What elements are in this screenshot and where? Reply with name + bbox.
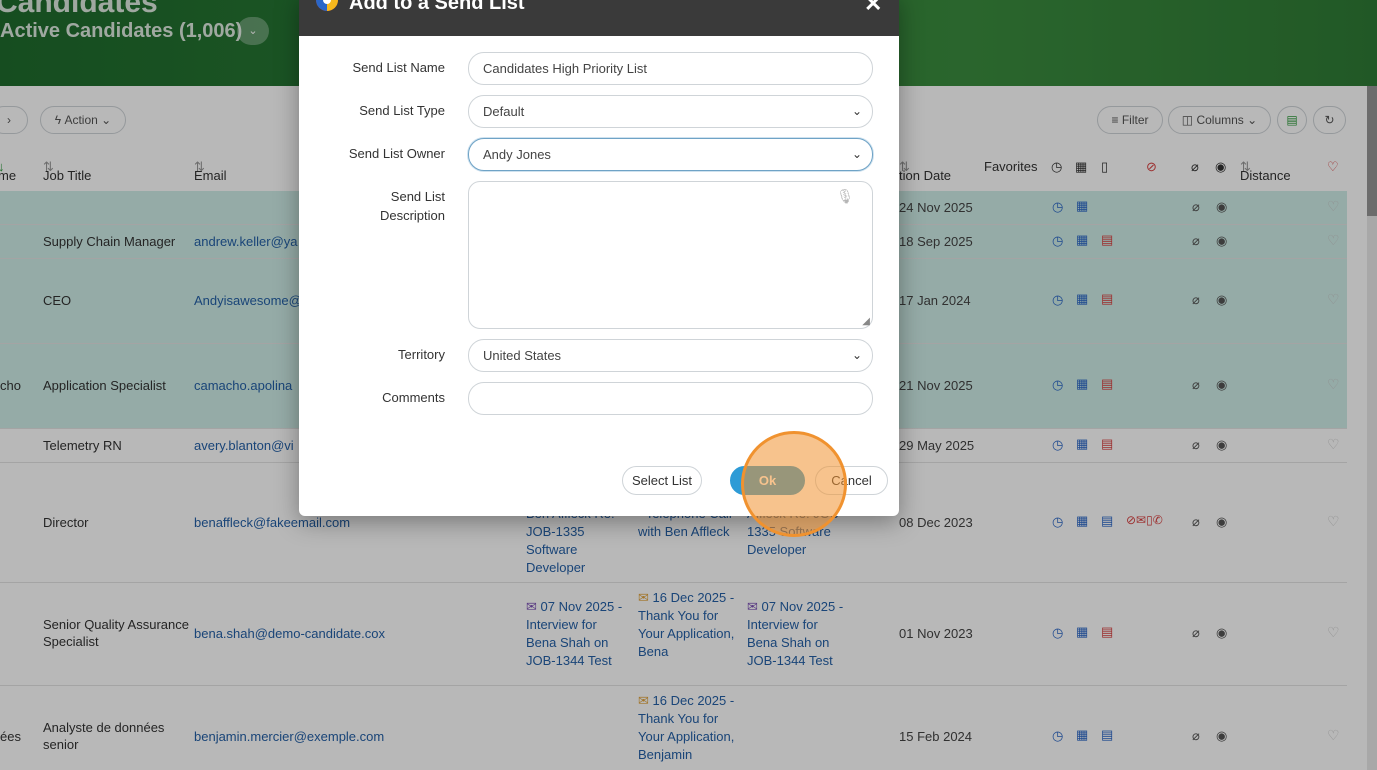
send-list-owner-label: Send List Owner: [348, 146, 445, 161]
app-logo-icon: [316, 0, 338, 11]
select-list-button[interactable]: Select List: [622, 466, 702, 495]
send-list-name-input[interactable]: Candidates High Priority List: [468, 52, 873, 85]
territory-value: United States: [483, 348, 562, 363]
chevron-down-icon: ⌄: [851, 147, 862, 161]
send-list-name-label: Send List Name: [352, 60, 446, 75]
close-icon[interactable]: ✕: [864, 0, 882, 17]
dialog-header: Add to a Send List ✕: [299, 0, 899, 36]
resize-handle-icon[interactable]: ◢: [862, 316, 870, 327]
send-list-type-select[interactable]: Default ⌄: [468, 95, 873, 128]
comments-input[interactable]: [468, 382, 873, 415]
send-list-type-value: Default: [483, 104, 525, 119]
dialog-title: Add to a Send List: [349, 0, 525, 14]
send-list-owner-value: Andy Jones: [483, 147, 551, 162]
microphone-icon[interactable]: 🎙: [836, 188, 854, 205]
comments-label: Comments: [382, 390, 445, 405]
territory-label: Territory: [398, 347, 445, 362]
send-list-description-label: Send List Description: [379, 189, 445, 223]
send-list-owner-select[interactable]: Andy Jones ⌄: [468, 138, 873, 171]
territory-select[interactable]: United States ⌄: [468, 339, 873, 372]
send-list-type-label: Send List Type: [359, 103, 445, 118]
send-list-description-textarea[interactable]: 🎙 ◢: [468, 181, 873, 329]
click-indicator: [741, 431, 847, 537]
chevron-down-icon: ⌄: [851, 104, 862, 118]
chevron-down-icon: ⌄: [851, 348, 862, 362]
scrollbar[interactable]: [1367, 86, 1377, 216]
